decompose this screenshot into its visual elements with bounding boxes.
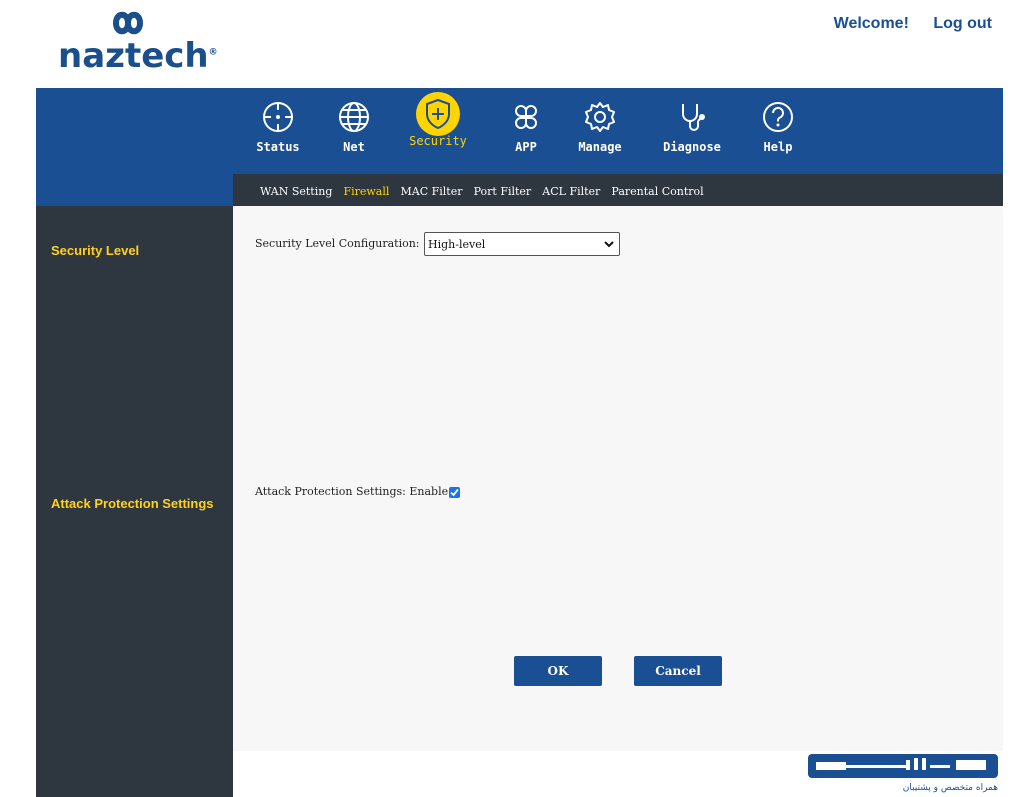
footer-tagline: همراه متخصص و پشتیبان — [902, 783, 998, 793]
sidebar-item-security-level[interactable]: Security Level — [51, 243, 139, 258]
stethoscope-icon — [682, 104, 705, 131]
tab-acl-filter[interactable]: ACL Filter — [542, 176, 600, 208]
sub-nav: WAN Setting Firewall MAC Filter Port Fil… — [233, 174, 1003, 206]
crosshair-icon — [263, 102, 293, 132]
ok-button[interactable]: OK — [514, 656, 602, 686]
naztech-logo-mark-icon — [112, 11, 144, 35]
nav-item-diagnose[interactable]: Diagnose — [652, 100, 732, 154]
shield-plus-icon — [416, 92, 460, 136]
tab-mac-filter[interactable]: MAC Filter — [400, 176, 462, 208]
nav-label-net: Net — [343, 140, 365, 154]
naztech-logo: naztech® — [58, 6, 233, 76]
cancel-button[interactable]: Cancel — [634, 656, 722, 686]
security-level-row: Security Level Configuration: High-level — [255, 232, 621, 256]
nav-label-status: Status — [256, 140, 300, 154]
security-level-label: Security Level Configuration: — [255, 237, 420, 250]
globe-icon — [339, 102, 369, 132]
logout-link[interactable]: Log out — [933, 15, 992, 32]
nav-item-net[interactable]: Net — [324, 100, 384, 154]
welcome-text: Welcome! — [833, 15, 909, 32]
help-circle-icon — [763, 102, 793, 132]
halite-logo: همراه متخصص و پشتیبان — [806, 750, 1002, 797]
main-nav: Status Net Security APP Manage Diagnose … — [36, 88, 1003, 174]
tab-firewall[interactable]: Firewall — [343, 176, 389, 208]
chevron-down-icon — [604, 241, 614, 248]
logo-text: naztech® — [58, 36, 218, 76]
nav-item-security[interactable]: Security — [403, 92, 473, 148]
attack-protection-label: Attack Protection Settings: Enable — [255, 485, 449, 498]
attack-protection-checkbox[interactable] — [449, 486, 461, 498]
gear-icon — [585, 102, 615, 132]
security-level-select[interactable]: High-level — [424, 232, 621, 256]
checkmark-icon — [450, 488, 459, 496]
sidebar: Security Level Attack Protection Setting… — [36, 206, 233, 797]
nav-label-security: Security — [409, 134, 467, 148]
halite-logo-mark-icon — [808, 754, 998, 778]
tab-parental-control[interactable]: Parental Control — [611, 176, 703, 208]
nav-label-manage: Manage — [578, 140, 622, 154]
nav-label-help: Help — [763, 140, 793, 154]
nav-item-status[interactable]: Status — [248, 100, 308, 154]
security-level-value: High-level — [428, 238, 486, 251]
tab-port-filter[interactable]: Port Filter — [474, 176, 532, 208]
nav-item-app[interactable]: APP — [496, 100, 556, 154]
command-icon — [515, 104, 537, 129]
nav-label-diagnose: Diagnose — [663, 140, 721, 154]
content-panel: Security Level Configuration: High-level… — [233, 206, 1003, 751]
sidebar-item-attack-protection[interactable]: Attack Protection Settings — [51, 496, 214, 511]
attack-protection-row: Attack Protection Settings: Enable — [255, 485, 461, 498]
nav-label-app: APP — [515, 140, 537, 154]
top-links: Welcome! Log out — [814, 15, 992, 33]
nav-item-help[interactable]: Help — [748, 100, 808, 154]
sidebar-header — [36, 174, 233, 206]
nav-item-manage[interactable]: Manage — [570, 100, 630, 154]
tab-wan-setting[interactable]: WAN Setting — [260, 176, 332, 208]
